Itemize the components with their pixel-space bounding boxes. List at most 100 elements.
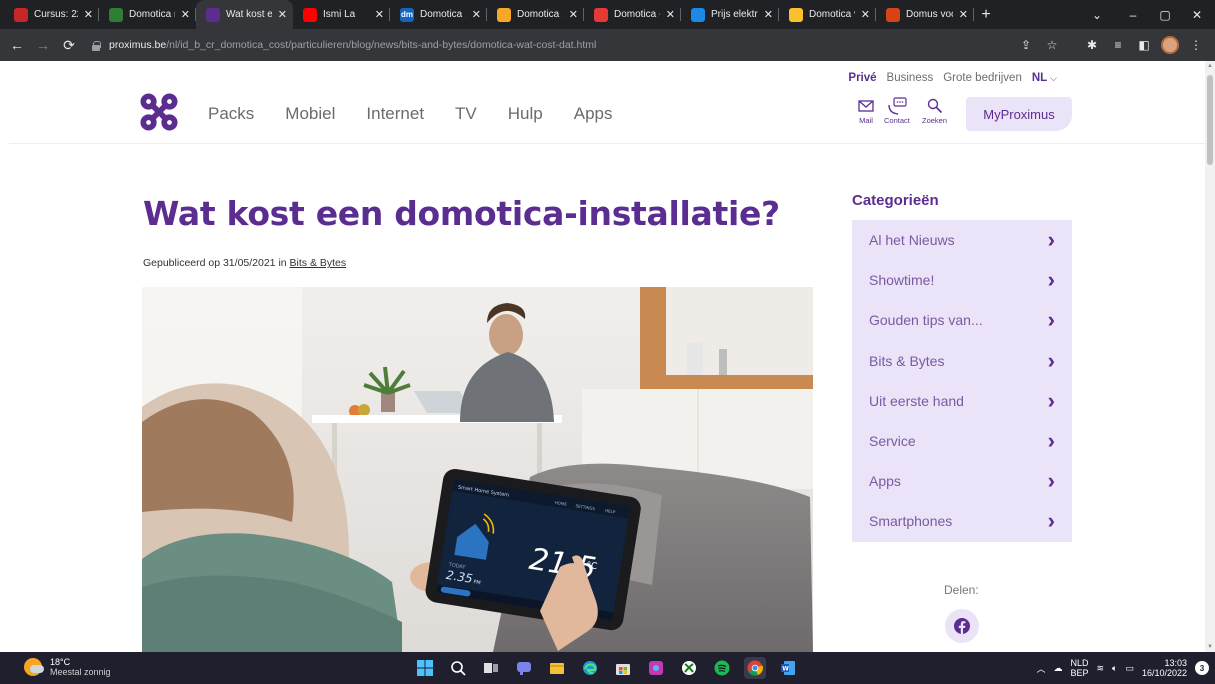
browser-tab[interactable]: Domotica n ✕ (99, 0, 196, 29)
page-scrollbar[interactable]: ▲ ▼ (1205, 61, 1215, 652)
weather-desc: Meestal zonnig (50, 667, 111, 677)
start-icon[interactable] (414, 657, 436, 679)
article-title: Wat kost een domotica-installatie? (143, 194, 780, 233)
nav-link-hulp[interactable]: Hulp (508, 104, 543, 124)
store-icon[interactable] (612, 657, 634, 679)
nav-link-internet[interactable]: Internet (366, 104, 424, 124)
tab-search-icon[interactable]: ⌄ (1077, 0, 1117, 29)
segment-prive-link[interactable]: Privé (848, 72, 876, 84)
category-link[interactable]: Bits & Bytes (290, 257, 347, 269)
browser-tab[interactable]: Domotica v ✕ (779, 0, 876, 29)
browser-tab[interactable]: Wat kost ee ✕ (196, 0, 293, 29)
close-tab-icon[interactable]: ✕ (472, 8, 481, 21)
chevron-up-icon[interactable]: ︿ (1036, 662, 1045, 675)
chevron-right-icon: › (1047, 347, 1055, 373)
browser-tab[interactable]: Domus voc ✕ (876, 0, 974, 29)
reading-list-icon[interactable]: ≡ (1107, 34, 1129, 56)
nav-link-apps[interactable]: Apps (574, 104, 613, 124)
main-navigation: Packs Mobiel Internet TV Hulp Apps (208, 104, 613, 124)
browser-tab[interactable]: Prijs elektri ✕ (681, 0, 779, 29)
tab-favicon-icon (14, 7, 28, 22)
scroll-down-icon[interactable]: ▼ (1207, 644, 1213, 650)
chevron-right-icon: › (1047, 227, 1055, 253)
nav-link-mobiel[interactable]: Mobiel (285, 104, 335, 124)
category-label: Smartphones (869, 513, 953, 530)
bookmark-star-icon[interactable]: ☆ (1041, 34, 1063, 56)
back-button[interactable]: ← (4, 29, 30, 61)
myproximus-button[interactable]: MyProximus (966, 97, 1072, 131)
proximus-logo-icon[interactable] (140, 93, 178, 131)
close-tab-icon[interactable]: ✕ (861, 8, 870, 21)
task-view-icon[interactable] (480, 657, 502, 679)
close-tab-icon[interactable]: ✕ (666, 8, 675, 21)
word-icon[interactable]: W (777, 657, 799, 679)
mail-button[interactable]: Mail (858, 97, 874, 125)
volume-icon[interactable]: 🔈︎ (1112, 663, 1117, 674)
edge-icon[interactable] (579, 657, 601, 679)
extensions-icon[interactable]: ✱ (1081, 34, 1103, 56)
browser-tab[interactable]: dm Domotica : ✕ (390, 0, 487, 29)
scroll-up-icon[interactable]: ▲ (1207, 63, 1213, 69)
side-panel-icon[interactable]: ◧ (1133, 34, 1155, 56)
category-item[interactable]: Smartphones › (852, 501, 1072, 541)
reload-button[interactable]: ⟳ (56, 29, 82, 61)
clock[interactable]: 13:03 16/10/2022 (1142, 658, 1187, 678)
share-icon[interactable]: ⇪ (1015, 34, 1037, 56)
tab-favicon-icon (206, 7, 220, 22)
close-tab-icon[interactable]: ✕ (278, 8, 287, 21)
close-tab-icon[interactable]: ✕ (764, 8, 773, 21)
segment-business-link[interactable]: Business (887, 72, 934, 84)
close-tab-icon[interactable]: ✕ (84, 8, 93, 21)
browser-tab[interactable]: Domotica : ✕ (487, 0, 584, 29)
cloud-icon[interactable]: ☁ (1053, 663, 1062, 674)
profile-avatar[interactable] (1159, 34, 1181, 56)
scrollbar-thumb[interactable] (1207, 75, 1213, 165)
spotify-icon[interactable] (711, 657, 733, 679)
system-tray: ︿ ☁ NLD BEP ≋ 🔈︎ ▭ 13:03 16/10/2022 3 (1036, 652, 1209, 684)
search-button[interactable]: Zoeken (922, 97, 947, 125)
notification-badge[interactable]: 3 (1195, 661, 1209, 675)
chat-icon[interactable] (513, 657, 535, 679)
url-field[interactable]: proximus.be/nl/id_b_cr_domotica_cost/par… (92, 29, 596, 61)
category-item[interactable]: Al het Nieuws › (852, 220, 1072, 260)
facebook-share-button[interactable] (945, 609, 979, 643)
chrome-icon[interactable] (744, 657, 766, 679)
browser-tab[interactable]: Domotica - ✕ (584, 0, 681, 29)
close-tab-icon[interactable]: ✕ (959, 8, 968, 21)
tab-title: Domotica : (517, 9, 563, 20)
close-tab-icon[interactable]: ✕ (569, 8, 578, 21)
segment-enterprise-link[interactable]: Grote bedrijven (943, 72, 1022, 84)
battery-icon[interactable]: ▭ (1125, 663, 1134, 674)
close-window-button[interactable]: ✕ (1177, 0, 1215, 29)
language-selector[interactable]: NL ⌵ (1032, 72, 1057, 84)
category-item[interactable]: Gouden tips van... › (852, 300, 1072, 340)
tab-title: Cursus: 22- (34, 9, 78, 20)
tab-favicon-icon (109, 7, 123, 22)
menu-kebab-icon[interactable]: ⋮ (1185, 34, 1207, 56)
close-tab-icon[interactable]: ✕ (181, 8, 190, 21)
taskbar-apps: W (414, 652, 799, 684)
category-item[interactable]: Uit eerste hand › (852, 381, 1072, 421)
wifi-icon[interactable]: ≋ (1096, 663, 1104, 674)
category-item[interactable]: Apps › (852, 461, 1072, 501)
file-explorer-icon[interactable] (546, 657, 568, 679)
photos-icon[interactable] (645, 657, 667, 679)
nav-link-packs[interactable]: Packs (208, 104, 254, 124)
weather-widget[interactable]: 18°C Meestal zonnig (24, 657, 111, 677)
chevron-right-icon: › (1047, 428, 1055, 454)
forward-button[interactable]: → (30, 29, 56, 61)
category-label: Gouden tips van... (869, 312, 983, 329)
category-item[interactable]: Showtime! › (852, 260, 1072, 300)
browser-tab[interactable]: İsmi La ✕ (293, 0, 390, 29)
new-tab-button[interactable]: + (974, 0, 998, 29)
browser-tab[interactable]: Cursus: 22- ✕ (4, 0, 99, 29)
category-item[interactable]: Bits & Bytes › (852, 341, 1072, 381)
language-indicator[interactable]: NLD BEP (1070, 658, 1088, 678)
tab-favicon-icon (497, 7, 511, 22)
xbox-icon[interactable] (678, 657, 700, 679)
category-item[interactable]: Service › (852, 421, 1072, 461)
close-tab-icon[interactable]: ✕ (375, 8, 384, 21)
nav-link-tv[interactable]: TV (455, 104, 477, 124)
search-icon[interactable] (447, 657, 469, 679)
contact-button[interactable]: Contact (884, 97, 910, 125)
